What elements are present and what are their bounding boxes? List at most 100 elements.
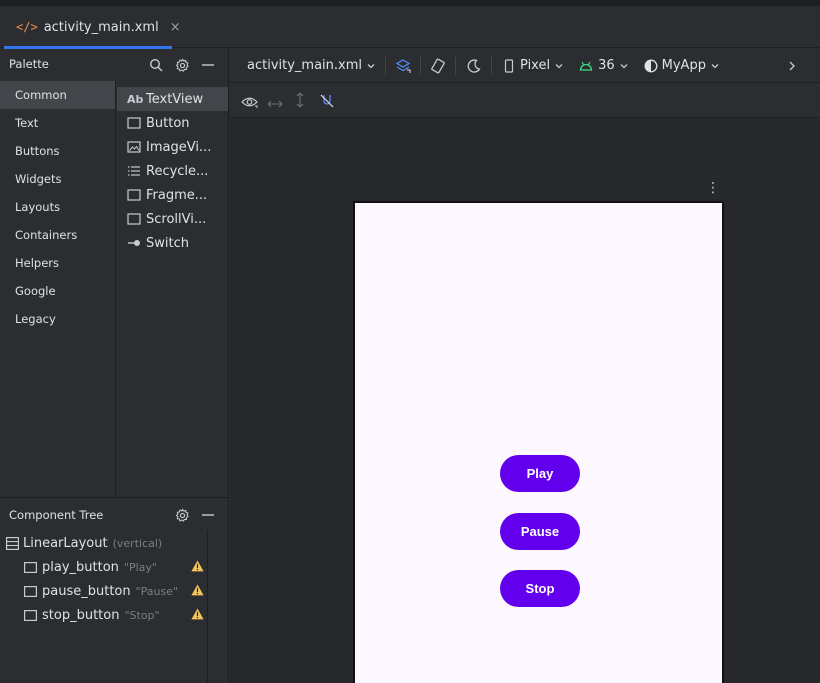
device-selector-label: Pixel [520, 58, 551, 73]
button-icon [127, 117, 145, 129]
search-icon[interactable] [148, 57, 164, 73]
device-preview[interactable]: Play Pause Stop [353, 201, 724, 683]
linearlayout-icon [6, 537, 19, 550]
category-containers[interactable]: Containers [0, 221, 115, 249]
category-common[interactable]: Common [0, 81, 115, 109]
tree-node-text: "Pause" [135, 585, 179, 598]
clear-constraints-icon[interactable] [319, 93, 335, 113]
palette-tools [148, 53, 216, 77]
close-tab-icon[interactable]: × [170, 20, 181, 35]
theme-icon [644, 59, 658, 72]
palette-item-label: Fragme... [146, 187, 208, 203]
scrollview-icon [127, 213, 145, 225]
palette-item-scrollview[interactable]: ScrollVi... [117, 207, 228, 231]
palette-item-button[interactable]: Button [117, 111, 228, 135]
palette-categories: Common Text Buttons Widgets Layouts Cont… [0, 81, 116, 496]
component-tree-title: Component Tree [9, 508, 104, 522]
tree-divider [207, 530, 208, 683]
tree-node-label: play_button [42, 560, 119, 575]
editor-tab-activity-main[interactable]: </> activity_main.xml × [4, 6, 181, 49]
category-google[interactable]: Google [0, 277, 115, 305]
device-selector[interactable]: Pixel [504, 49, 563, 83]
tree-node-label: LinearLayout [23, 536, 108, 551]
palette-item-label: ImageVi... [146, 139, 212, 155]
tree-node-pause-button[interactable]: pause_button "Pause" [24, 584, 208, 599]
tree-node-text: "Play" [123, 561, 157, 574]
gear-icon[interactable] [174, 507, 190, 523]
tree-node-stop-button[interactable]: stop_button "Stop" [24, 608, 208, 623]
layout-subtoolbar [230, 84, 820, 118]
category-widgets[interactable]: Widgets [0, 165, 115, 193]
tree-node-play-button[interactable]: play_button "Play" [24, 560, 208, 575]
chevron-down-icon [367, 63, 375, 68]
gear-icon[interactable] [174, 57, 190, 73]
minimize-icon[interactable] [200, 57, 216, 73]
palette-item-label: Recycle... [146, 163, 209, 179]
tree-node-orientation: (vertical) [112, 537, 163, 550]
design-toolbar: activity_main.xml Pixel 36 MyApp [230, 49, 820, 83]
component-tree-tools [174, 503, 216, 527]
warning-icon[interactable] [191, 608, 204, 624]
category-text[interactable]: Text [0, 109, 115, 137]
theme-selector[interactable]: MyApp [644, 49, 719, 83]
play-button[interactable]: Play [500, 455, 580, 492]
palette-items: Ab TextView Button ImageVi... Recycle...… [117, 87, 228, 255]
recyclerview-icon [127, 165, 145, 177]
xml-file-icon: </> [16, 20, 38, 34]
switch-icon [127, 237, 145, 249]
chevron-right-icon[interactable] [788, 49, 796, 83]
tree-node-label: stop_button [42, 608, 120, 623]
warning-icon[interactable] [191, 560, 204, 576]
tree-node-label: pause_button [42, 584, 131, 599]
palette-item-label: Switch [146, 235, 189, 251]
night-mode-icon[interactable] [466, 49, 482, 83]
category-layouts[interactable]: Layouts [0, 193, 115, 221]
editor-tab-bar: </> activity_main.xml × [0, 6, 820, 49]
api-selector-label: 36 [598, 58, 615, 73]
palette-item-switch[interactable]: Switch [117, 231, 228, 255]
chevron-down-icon [555, 63, 563, 68]
toolbar-separator [420, 56, 422, 75]
expand-horizontal-icon[interactable] [267, 95, 283, 114]
editor-tab-label: activity_main.xml [43, 19, 159, 35]
category-legacy[interactable]: Legacy [0, 305, 115, 333]
toolbar-separator [455, 56, 457, 75]
button-icon [24, 586, 37, 597]
palette-item-fragment[interactable]: Fragme... [117, 183, 228, 207]
palette-item-recyclerview[interactable]: Recycle... [117, 159, 228, 183]
minimize-icon[interactable] [200, 507, 216, 523]
expand-vertical-icon[interactable] [294, 92, 306, 112]
more-options-icon[interactable]: ⋮ [706, 181, 720, 195]
palette-item-textview[interactable]: Ab TextView [117, 87, 228, 111]
file-selector[interactable]: activity_main.xml [247, 49, 375, 83]
layers-icon[interactable] [395, 49, 411, 83]
component-tree-panel: Component Tree LinearLayout (vertical) p… [0, 497, 229, 683]
toolbar-separator [491, 56, 493, 75]
button-icon [24, 562, 37, 573]
textview-icon: Ab [127, 92, 144, 106]
file-selector-label: activity_main.xml [247, 58, 363, 73]
fragment-icon [127, 189, 145, 201]
palette-item-label: TextView [146, 91, 204, 107]
stop-button[interactable]: Stop [500, 570, 580, 607]
phone-icon [504, 58, 514, 73]
button-icon [24, 610, 37, 621]
eye-icon[interactable] [241, 94, 258, 113]
palette-item-label: Button [146, 115, 190, 131]
palette-title: Palette [9, 57, 49, 71]
palette-item-label: ScrollVi... [146, 211, 207, 227]
category-helpers[interactable]: Helpers [0, 249, 115, 277]
chevron-down-icon [711, 63, 719, 68]
palette-item-imageview[interactable]: ImageVi... [117, 135, 228, 159]
android-icon [579, 61, 593, 71]
tree-node-linearlayout[interactable]: LinearLayout (vertical) [6, 536, 162, 551]
api-selector[interactable]: 36 [579, 49, 628, 83]
toolbar-separator [385, 56, 387, 75]
category-buttons[interactable]: Buttons [0, 137, 115, 165]
tree-node-text: "Stop" [124, 609, 160, 622]
design-canvas[interactable]: ⋮ Play Pause Stop [230, 119, 820, 683]
pause-button[interactable]: Pause [500, 513, 580, 550]
palette-panel: Palette Common Text Buttons Widgets Layo… [0, 49, 229, 496]
warning-icon[interactable] [191, 584, 204, 600]
orientation-icon[interactable] [430, 49, 446, 83]
